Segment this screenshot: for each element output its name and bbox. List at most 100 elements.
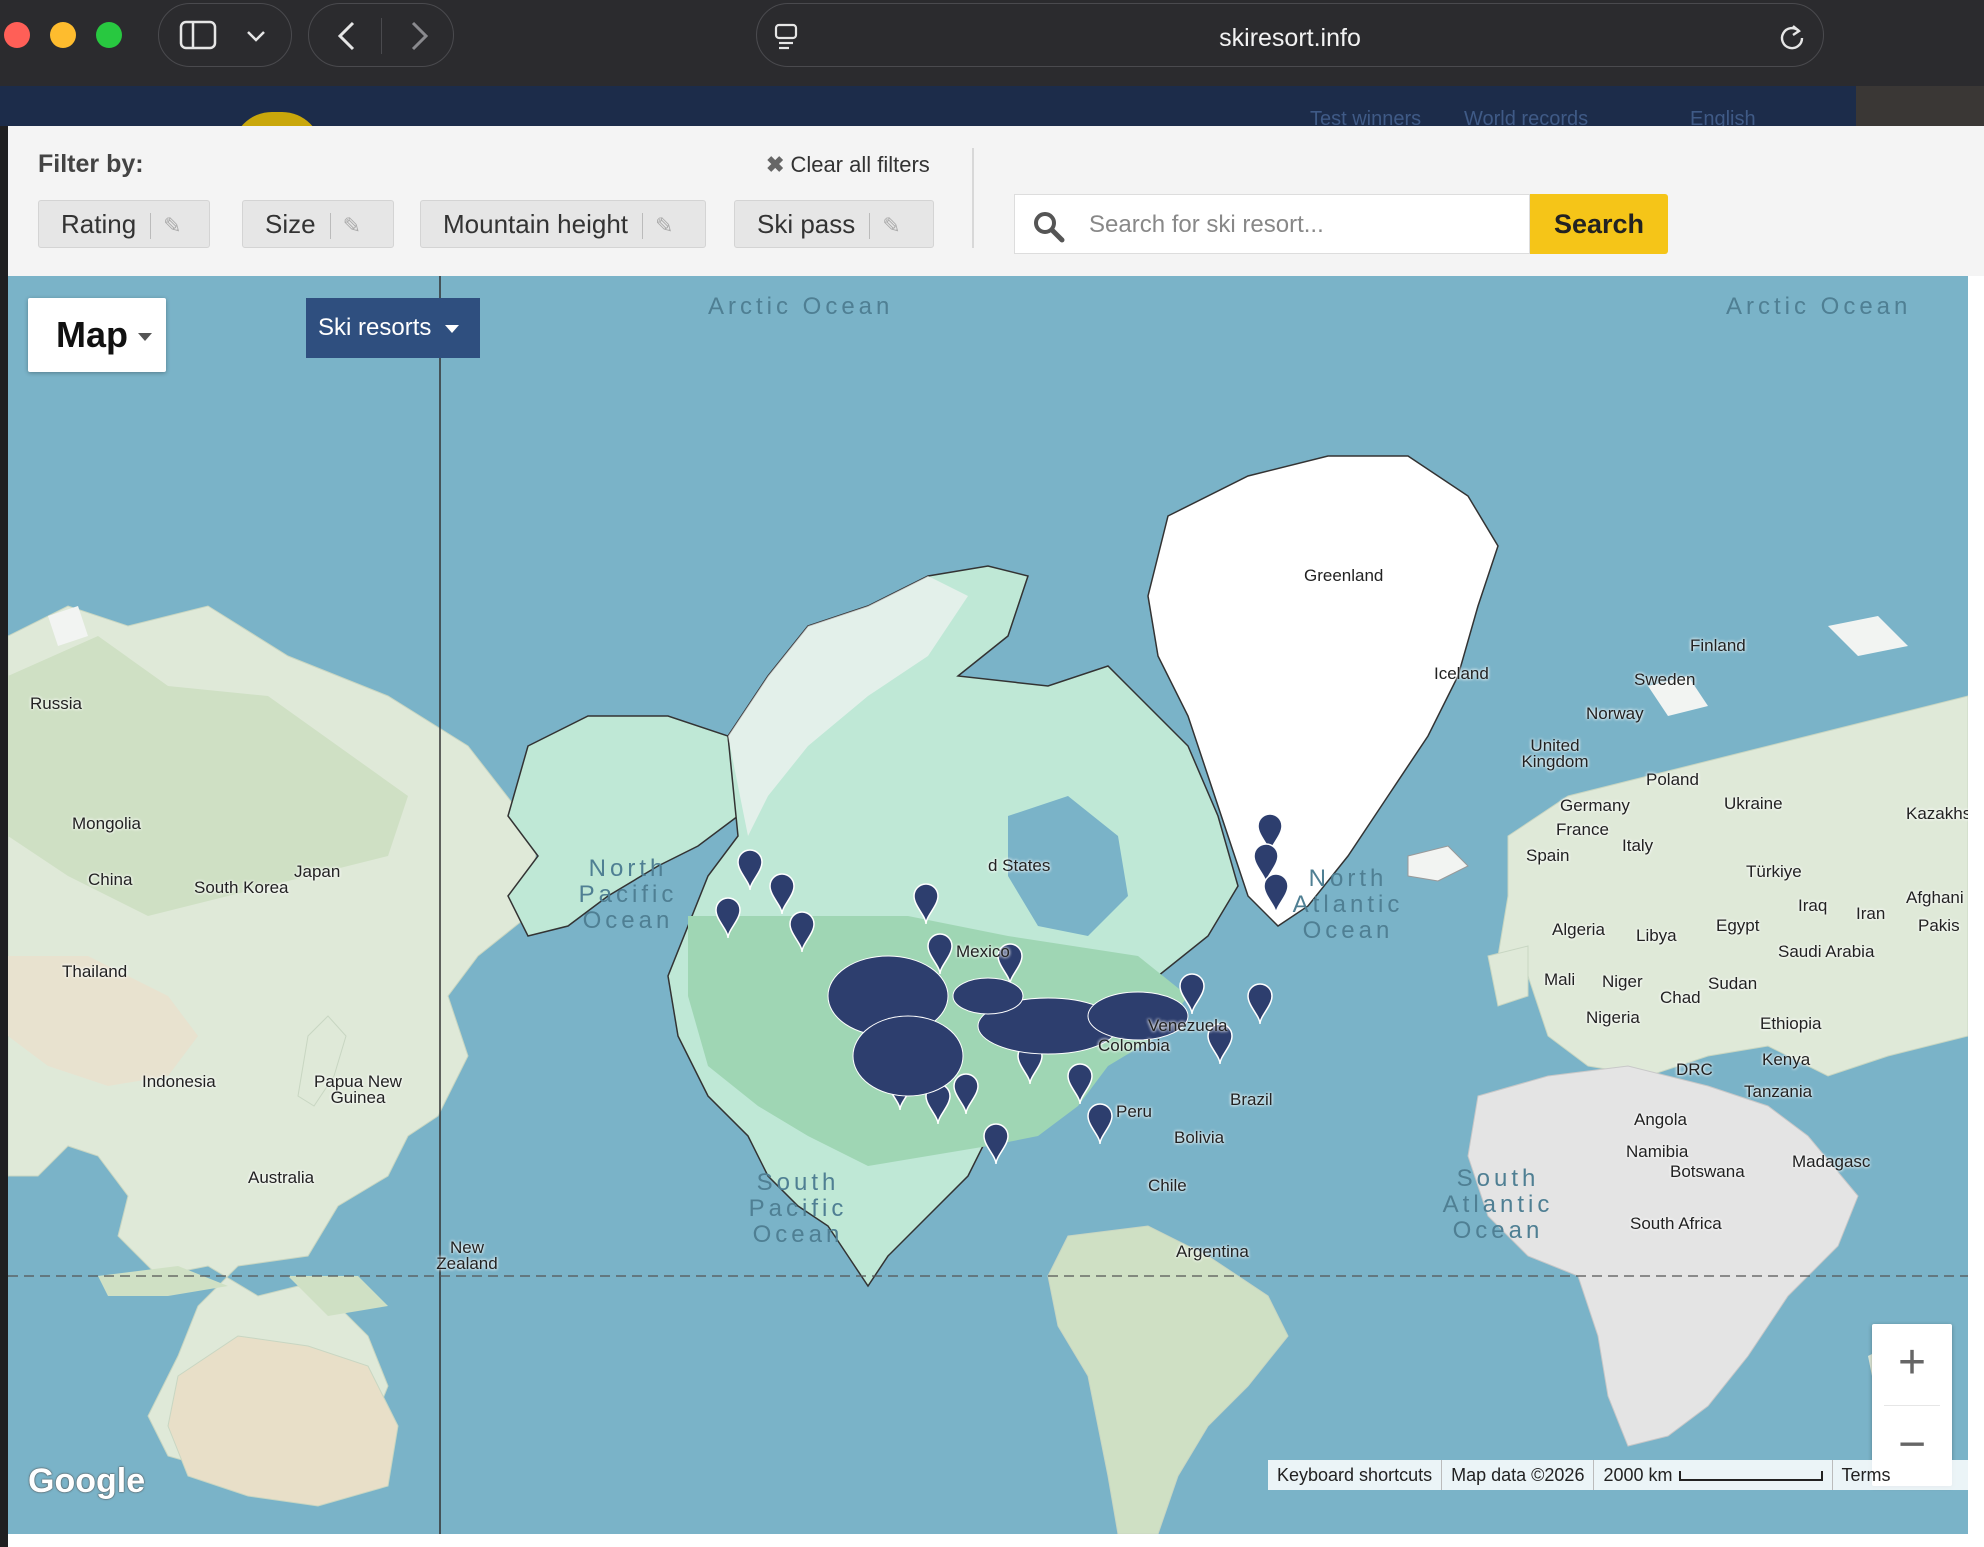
search-button[interactable]: Search [1530,194,1668,254]
chevron-down-icon[interactable] [245,28,267,44]
resort-search-box [1014,194,1530,255]
place-label: Angola [1634,1110,1687,1129]
reload-icon[interactable] [1777,22,1807,52]
place-label: Venezuela [1148,1016,1228,1035]
clear-filters-link[interactable]: ✖ Clear all filters [766,152,930,178]
place-label: Namibia [1626,1142,1689,1161]
background-page-header: Test winners World records English [0,86,1984,152]
zoom-in-button[interactable]: + [1872,1324,1952,1404]
filter-title: Filter by: [38,150,144,178]
map-view[interactable]: Arctic Ocean Arctic Ocean North Pacific … [8,276,1968,1534]
terms-link[interactable]: Terms [1833,1460,1900,1490]
place-label: Nigeria [1586,1008,1640,1027]
sidebar-toggle-group[interactable] [158,3,292,67]
layer-label: Ski resorts [318,314,432,341]
scale-bar [1678,1471,1823,1482]
place-label: South Korea [194,878,289,897]
place-label: Niger [1602,972,1643,991]
place-label: Spain [1526,846,1570,865]
place-label: Greenland [1304,566,1384,585]
filter-divider [972,148,974,248]
search-icon [1034,212,1065,243]
filter-chip-label: Ski pass [757,209,856,239]
place-label: Bolivia [1174,1128,1225,1147]
clear-filters-label: Clear all filters [790,152,930,177]
place-label: Afghani [1906,888,1964,907]
place-label: d States [988,856,1051,875]
place-label: South Africa [1630,1214,1722,1233]
map-attribution-bar: Keyboard shortcuts Map data ©2026 2000 km T… [1268,1460,1968,1490]
place-label: Ethiopia [1760,1014,1822,1033]
filter-chip-mountain-height[interactable]: Mountain height ✎ [420,200,706,248]
layer-dropdown[interactable]: Ski resorts [306,298,480,358]
place-label: Finland [1690,636,1746,655]
pencil-icon: ✎ [342,213,362,239]
filter-chip-label: Rating [61,209,137,239]
scale-control[interactable]: 2000 km [1594,1460,1833,1490]
browser-toolbar: skiresort.info [0,0,1984,86]
ski-resort-finder-modal: Filter by: ✖ Clear all filters Rating ✎ Si… [8,126,1984,1547]
ocean-label: Arctic Ocean [1726,293,1912,320]
place-label: Sweden [1634,670,1696,689]
ocean-label: North Atlantic Ocean [1292,865,1404,944]
place-label: Mongolia [72,814,141,833]
filter-chip-label: Size [265,209,316,239]
sidebar-icon[interactable] [179,20,219,52]
forward-icon[interactable] [407,20,431,52]
filter-chip-rating[interactable]: Rating ✎ [38,200,210,248]
place-label: Australia [248,1168,315,1187]
place-label: Argentina [1176,1242,1249,1261]
google-logo: Google [28,1462,146,1500]
place-label: Thailand [62,962,128,981]
minimize-window-button[interactable] [50,22,76,48]
place-label: China [88,870,133,889]
search-input[interactable] [1087,195,1521,255]
close-window-button[interactable] [4,22,30,48]
place-label: Iceland [1434,664,1489,683]
place-label: United Kingdom [1521,736,1589,771]
caret-down-icon [445,324,460,333]
world-map[interactable] [8,276,1968,1534]
place-label: Mexico [956,942,1010,961]
place-label: Pakis [1918,916,1960,935]
filter-chip-ski-pass[interactable]: Ski pass ✎ [734,200,934,248]
modal-edge [1968,276,1984,1547]
place-label: Egypt [1716,916,1760,935]
place-label: Ukraine [1724,794,1783,813]
place-label: Russia [30,694,82,713]
place-label: Papua New Guinea [314,1072,402,1107]
place-label: Saudi Arabia [1778,942,1875,961]
filter-chip-size[interactable]: Size ✎ [242,200,394,248]
place-label: Brazil [1230,1090,1273,1109]
ocean-label: Arctic Ocean [708,293,894,320]
place-label: Libya [1636,926,1677,945]
place-label: New Zealand [436,1238,498,1273]
pencil-icon: ✎ [163,213,182,239]
caret-down-icon [138,333,152,342]
address-bar[interactable]: skiresort.info [756,3,1824,67]
filter-chip-label: Mountain height [443,209,629,239]
map-type-dropdown[interactable]: Map [28,298,166,372]
ocean-label: North Pacific Ocean [578,855,678,934]
pencil-icon: ✎ [655,213,674,239]
filter-bar: Filter by: ✖ Clear all filters Rating ✎ Si… [8,126,1984,276]
place-label: Iraq [1798,896,1828,915]
place-label: Botswana [1670,1162,1745,1181]
zoom-window-button[interactable] [96,22,122,48]
place-label: Colombia [1098,1036,1170,1055]
place-label: Indonesia [142,1072,216,1091]
ocean-label: South Atlantic Ocean [1442,1165,1554,1244]
place-label: Türkiye [1746,862,1802,881]
place-label: Mali [1544,970,1576,989]
place-label: Kazakhs [1906,804,1968,823]
place-label: Peru [1116,1102,1152,1121]
keyboard-shortcuts-link[interactable]: Keyboard shortcuts [1268,1460,1443,1490]
place-label: Chad [1660,988,1701,1007]
place-label: Madagasc [1792,1152,1871,1171]
place-label: Poland [1646,770,1699,789]
back-icon[interactable] [335,20,359,52]
place-label: Chile [1148,1176,1187,1195]
place-label: Germany [1560,796,1630,815]
ocean-label: South Pacific Ocean [748,1169,848,1248]
place-label: France [1556,820,1609,839]
